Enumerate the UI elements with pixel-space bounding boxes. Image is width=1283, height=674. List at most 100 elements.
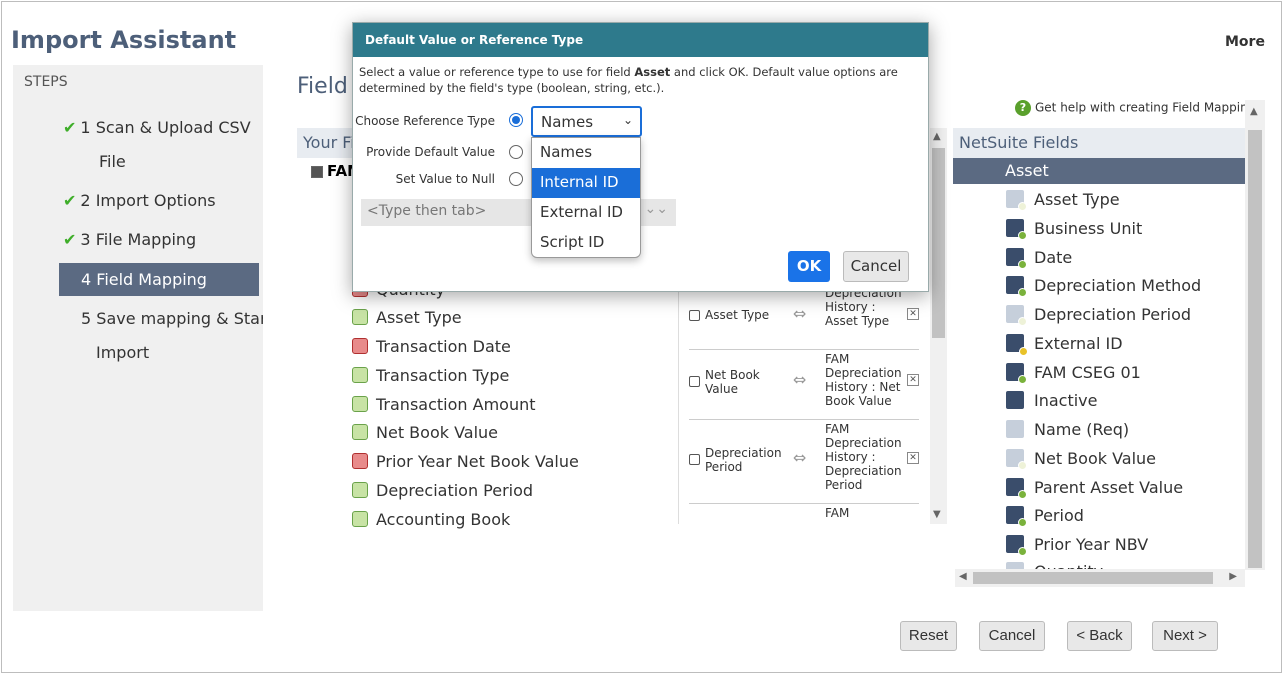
field-icon	[1006, 219, 1027, 240]
option-external-id[interactable]: External ID	[532, 198, 640, 228]
step-label: Scan & Upload CSV	[95, 118, 251, 137]
your-field-item[interactable]: Transaction Amount	[352, 395, 536, 414]
your-field-item[interactable]: Prior Year Net Book Value	[352, 452, 579, 471]
your-field-item[interactable]: Transaction Date	[352, 337, 511, 356]
help-link[interactable]: ? Get help with creating Field Mapping	[1015, 100, 1255, 116]
default-value-label: Provide Default Value	[366, 145, 495, 159]
field-icon	[1006, 363, 1027, 384]
mapped-field-icon	[352, 309, 368, 325]
netsuite-record-selected[interactable]: Asset	[953, 158, 1245, 184]
netsuite-field[interactable]: External ID	[1006, 334, 1123, 356]
your-field-item[interactable]: Net Book Value	[352, 423, 498, 442]
default-value-radio[interactable]	[509, 145, 523, 159]
step-1[interactable]: ✔ 1 Scan & Upload CSV	[63, 111, 251, 145]
field-icon	[1006, 190, 1027, 211]
field-icon	[1006, 305, 1027, 326]
remove-mapping-icon[interactable]: ✕	[907, 308, 919, 320]
netsuite-field[interactable]: Business Unit	[1006, 219, 1142, 240]
mapping-row: FAM Depreciation History : Net Book Valu…	[689, 352, 919, 420]
field-icon	[1006, 276, 1027, 297]
option-script-id[interactable]: Script ID	[532, 228, 640, 258]
page-title: Import Assistant	[11, 26, 237, 54]
netsuite-field[interactable]: Name (Req)	[1006, 420, 1129, 439]
scroll-up-icon[interactable]: ▲	[933, 131, 941, 142]
step-5-line2[interactable]: Import	[96, 336, 149, 370]
help-icon: ?	[1015, 100, 1031, 116]
choose-reference-radio[interactable]	[509, 113, 523, 127]
collapse-icon[interactable]	[311, 165, 323, 178]
double-arrow-icon: ⇔	[793, 304, 807, 323]
netsuite-scrollbar[interactable]: ▲	[1245, 100, 1265, 570]
step-number: 1	[80, 118, 91, 137]
netsuite-field[interactable]: Asset Type	[1006, 190, 1120, 211]
reference-type-options: Names Internal ID External ID Script ID	[531, 137, 641, 258]
mapped-field-icon	[352, 424, 368, 440]
edit-icon[interactable]	[689, 454, 700, 465]
your-field-item[interactable]: Transaction Type	[352, 366, 509, 385]
check-icon: ✔	[63, 191, 77, 210]
your-field-item[interactable]: Accounting Book	[352, 510, 510, 529]
choose-reference-label: Choose Reference Type	[355, 114, 495, 128]
edit-icon[interactable]	[689, 376, 700, 387]
netsuite-h-scrollbar[interactable]: ◀ ▶	[955, 569, 1245, 587]
netsuite-field[interactable]: Prior Year NBV	[1006, 535, 1148, 556]
more-link[interactable]: More	[1225, 34, 1265, 50]
mapped-field-icon	[352, 396, 368, 412]
netsuite-field[interactable]: Net Book Value	[1006, 449, 1156, 470]
remove-mapping-icon[interactable]: ✕	[907, 452, 919, 464]
null-value-radio[interactable]	[509, 172, 523, 186]
back-button[interactable]: < Back	[1067, 621, 1132, 651]
steps-label: STEPS	[24, 74, 68, 90]
netsuite-field[interactable]: FAM CSEG 01	[1006, 363, 1141, 384]
mapping-scrollbar[interactable]: ▲ ▼	[930, 128, 947, 524]
scroll-left-icon[interactable]: ◀	[959, 571, 967, 582]
field-mapping-heading: Field	[297, 74, 348, 99]
dialog-description: Select a value or reference type to use …	[359, 65, 898, 95]
check-icon: ✔	[63, 230, 77, 249]
next-button[interactable]: Next >	[1152, 621, 1218, 651]
remove-mapping-icon[interactable]: ✕	[907, 374, 919, 386]
netsuite-field[interactable]: Date	[1006, 248, 1072, 269]
cancel-button[interactable]: Cancel	[979, 621, 1045, 651]
step-label: Import Options	[95, 191, 216, 210]
required-field-icon	[352, 453, 368, 469]
edit-icon[interactable]	[689, 310, 700, 321]
step-2[interactable]: ✔ 2 Import Options	[63, 184, 216, 218]
your-field-item[interactable]: Asset Type	[352, 308, 462, 327]
dialog-cancel-button[interactable]: Cancel	[843, 251, 909, 282]
mapping-row: Depreciation History : Asset Type Asset …	[689, 286, 919, 350]
netsuite-field[interactable]: Depreciation Method	[1006, 276, 1201, 297]
netsuite-field[interactable]: Inactive	[1006, 391, 1098, 410]
double-chevron-icon[interactable]: ⌄⌄	[645, 201, 668, 217]
step-label: Save mapping & Start	[96, 309, 273, 328]
scroll-thumb[interactable]	[973, 572, 1213, 584]
your-field-item[interactable]: Depreciation Period	[352, 481, 533, 500]
ok-button[interactable]: OK	[788, 251, 830, 282]
scroll-thumb[interactable]	[1248, 130, 1262, 568]
scroll-right-icon[interactable]: ▶	[1229, 571, 1237, 582]
reference-type-select[interactable]: Names ⌄	[531, 106, 642, 137]
mapping-row: FAM	[825, 506, 850, 520]
step-number: 4	[81, 270, 92, 289]
option-names[interactable]: Names	[532, 138, 640, 168]
null-value-label: Set Value to Null	[395, 172, 495, 186]
netsuite-field[interactable]: Depreciation Period	[1006, 305, 1191, 326]
step-number: 2	[80, 191, 91, 210]
netsuite-field[interactable]: Period	[1006, 506, 1084, 527]
step-1-line2[interactable]: File	[99, 145, 126, 179]
option-internal-id[interactable]: Internal ID	[532, 168, 640, 198]
reset-button[interactable]: Reset	[900, 621, 957, 651]
field-icon	[1006, 535, 1027, 556]
step-number: 5	[81, 309, 92, 328]
check-icon: ✔	[63, 118, 77, 137]
step-5[interactable]: 5 Save mapping & Start	[81, 302, 273, 336]
step-3[interactable]: ✔ 3 File Mapping	[63, 223, 196, 257]
netsuite-field[interactable]: Parent Asset Value	[1006, 478, 1183, 499]
step-4[interactable]: 4 Field Mapping	[59, 263, 259, 296]
scroll-down-icon[interactable]: ▼	[933, 509, 941, 520]
scroll-thumb[interactable]	[932, 148, 945, 338]
field-icon	[1006, 506, 1027, 527]
scroll-up-icon[interactable]: ▲	[1250, 106, 1258, 117]
dialog-title: Default Value or Reference Type	[353, 23, 928, 57]
step-label: File Mapping	[95, 230, 197, 249]
